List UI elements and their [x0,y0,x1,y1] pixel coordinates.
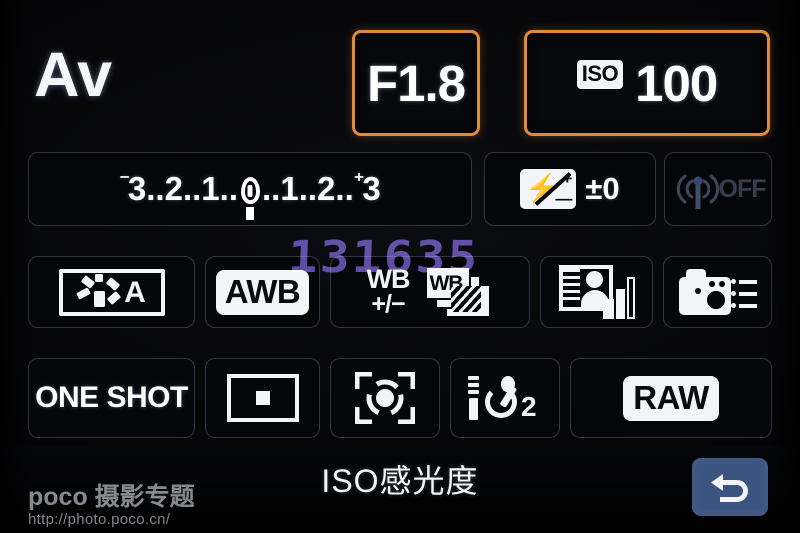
wireless-settings-cell[interactable]: OFF [664,152,772,226]
self-timer-seconds: 2 [521,391,537,422]
alo-bar-3 [626,277,635,319]
exposure-marker-stalk [246,206,254,220]
exposure-dots-1: .. [146,170,165,207]
white-balance-value: AWB [215,269,310,315]
watermark: poco 摄影专题 http://photo.poco.cn/ [28,484,195,529]
af-mode-cell[interactable]: ONE SHOT [28,358,195,438]
watermark-brand-line: poco 摄影专题 [28,484,195,510]
wb-correction-icon: WB +/− [367,266,411,318]
metering-mode-cell[interactable] [330,358,440,438]
image-quality-value: RAW [623,375,719,421]
exposure-compensation-cell[interactable]: ⁻ 3 .. 2 .. 1 .. .. 1 .. 2 .. ⁺ 3 [28,152,472,226]
iso-value: 100 [635,54,718,112]
exposure-tick-minus1: 1 [201,170,220,207]
timer-dial-icon [483,376,523,420]
picture-style-value: A [124,276,146,309]
exposure-dots-2: .. [182,170,202,207]
minus-sign-icon: — [555,189,573,208]
exposure-dots-5: .. [298,170,318,207]
exposure-level-marker [238,176,262,220]
watermark-url: http://photo.poco.cn/ [28,511,171,529]
exposure-marker-ring [240,176,260,204]
status-row-primary: Av F1.8 ISO 100 [0,0,800,146]
af-mode-value: ONE SHOT [35,381,188,414]
white-balance-cell[interactable]: AWB [205,256,320,328]
wb-bracket-hatch [451,286,482,312]
af-point-selection-cell[interactable] [205,358,320,438]
aperture-setting[interactable]: F1.8 [352,30,480,136]
wb-shift-inner: WB +/− WB [367,266,494,318]
settings-list-lines [730,277,757,311]
exposure-minus-sign: ⁻ [119,169,130,192]
camera-dot-1 [708,281,715,287]
exposure-tick-minus3: 3 [127,170,147,207]
exposure-tick-plus2: 2 [317,170,336,207]
auto-lighting-optimizer-icon [558,265,635,319]
flash-exposure-compensation-icon: ⚡ + — [520,169,577,209]
af-point-center [255,391,270,405]
wb-bracketing-icon: WB [425,266,493,318]
drive-bars-icon [468,376,481,420]
watermark-subtitle: 摄影专题 [94,483,195,511]
evaluative-metering-icon [355,372,415,424]
flash-compensation-value: ±0 [585,171,620,206]
exposure-dots-3: .. [219,170,238,207]
camera-lcd-screen: Av F1.8 ISO 100 ⁻ 3 .. 2 .. 1 .. .. 1 ..… [0,0,800,533]
camera-settings-list-icon [678,269,757,315]
custom-functions-cell[interactable] [663,256,772,328]
picture-style-icon: A [58,268,165,316]
iso-inner: ISO 100 [576,54,718,112]
aperture-value: F1.8 [366,54,466,112]
camera-dot-3 [694,288,701,294]
shooting-mode-label[interactable]: Av [34,44,112,107]
alo-portrait-head [585,271,603,288]
exposure-dots-4: .. [262,170,281,207]
af-point-selection-icon [226,374,299,422]
flash-compensation-inner: ⚡ + — ±0 [520,169,620,209]
return-button[interactable] [692,458,768,516]
exposure-plus-sign: ⁺ [353,169,365,192]
exposure-tick-plus3: 3 [362,170,381,207]
exposure-tick-minus2: 2 [164,170,183,207]
exposure-tick-plus1: 1 [280,170,299,207]
camera-dot-2 [718,281,725,287]
wireless-antenna-icon [676,174,719,209]
iso-setting[interactable]: ISO 100 [524,30,770,136]
watermark-brand: poco [28,483,88,511]
image-quality-cell[interactable]: RAW [570,358,772,438]
alo-bar-2 [615,289,625,319]
starburst-icon [76,274,122,310]
camera-prism-shape [685,269,706,281]
drive-mode-cell[interactable]: 2 [450,358,560,438]
auto-lighting-optimizer-cell[interactable] [540,256,653,328]
picture-style-cell[interactable]: A [28,256,195,328]
wireless-inner: OFF [671,166,767,212]
timer-knob [501,376,515,392]
wb-correction-bottom: +/− [371,289,405,318]
iso-badge-icon: ISO [576,59,624,89]
alo-bar-1 [602,299,614,319]
self-timer-icon: 2 [468,371,542,425]
camera-lens-shape [706,291,725,309]
white-balance-shift-cell[interactable]: WB +/− WB [330,256,530,328]
wireless-status-label: OFF [718,174,767,203]
return-arrow-icon [711,474,748,502]
alo-lines-icon [562,269,580,301]
flash-exposure-compensation-cell[interactable]: ⚡ + — ±0 [484,152,656,226]
exposure-compensation-scale: ⁻ 3 .. 2 .. 1 .. .. 1 .. 2 .. ⁺ 3 [119,169,381,220]
exposure-dots-6: .. [335,170,354,207]
